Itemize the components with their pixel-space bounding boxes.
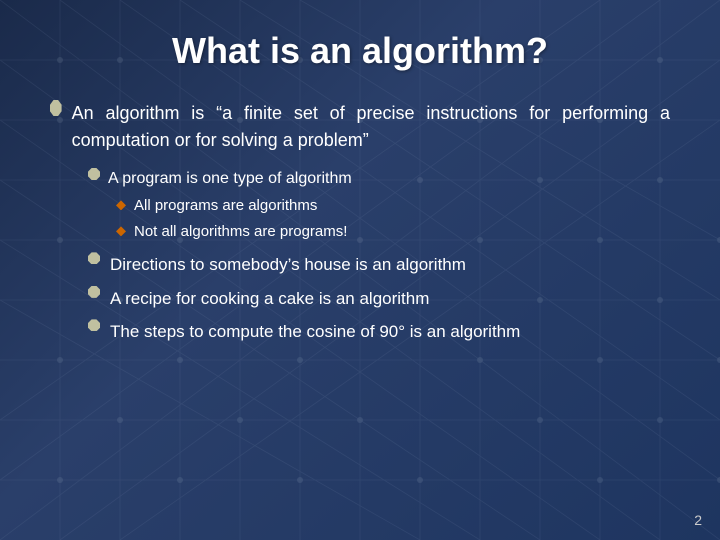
sub-bullet-1-icon	[88, 168, 100, 180]
level2-bullet-1: All programs are algorithms	[116, 195, 670, 216]
level2-bullet-recipe-text: A recipe for cooking a cake is an algori…	[110, 286, 429, 312]
level2-bullet-cosine: The steps to compute the cosine of 90° i…	[88, 319, 670, 345]
level2-bullet-directions-text: Directions to somebody’s house is an alg…	[110, 252, 466, 278]
sub-bullets-container: A program is one type of algorithm All p…	[88, 168, 670, 242]
level2-bullet-1-text: All programs are algorithms	[134, 195, 317, 216]
main-bullet-text: An algorithm is “a finite set of precise…	[72, 100, 670, 154]
level2-bullet-cosine-icon	[88, 319, 100, 331]
level2-bullet-1-icon	[116, 200, 126, 210]
main-bullet-icon	[50, 100, 62, 116]
level2-bullet-2-icon	[116, 226, 126, 236]
slide-title: What is an algorithm?	[50, 30, 670, 72]
slide-background: What is an algorithm? An algorithm is “a…	[0, 0, 720, 540]
level2-container-1: All programs are algorithms Not all algo…	[116, 195, 670, 242]
level2-bullet-2-text: Not all algorithms are programs!	[134, 221, 347, 242]
level2-bullet-recipe: A recipe for cooking a cake is an algori…	[88, 286, 670, 312]
level2-bullet-cosine-text: The steps to compute the cosine of 90° i…	[110, 319, 520, 345]
sub-bullet-1: A program is one type of algorithm	[88, 168, 670, 190]
level2-bullet-directions-icon	[88, 252, 100, 264]
slide-content: What is an algorithm? An algorithm is “a…	[0, 0, 720, 373]
level2-bullets-container: Directions to somebody’s house is an alg…	[88, 252, 670, 345]
main-bullet: An algorithm is “a finite set of precise…	[50, 100, 670, 154]
level2-bullet-directions: Directions to somebody’s house is an alg…	[88, 252, 670, 278]
sub-bullet-1-text: A program is one type of algorithm	[108, 168, 352, 190]
slide-number: 2	[694, 512, 702, 528]
level2-bullet-recipe-icon	[88, 286, 100, 298]
level2-bullet-2: Not all algorithms are programs!	[116, 221, 670, 242]
